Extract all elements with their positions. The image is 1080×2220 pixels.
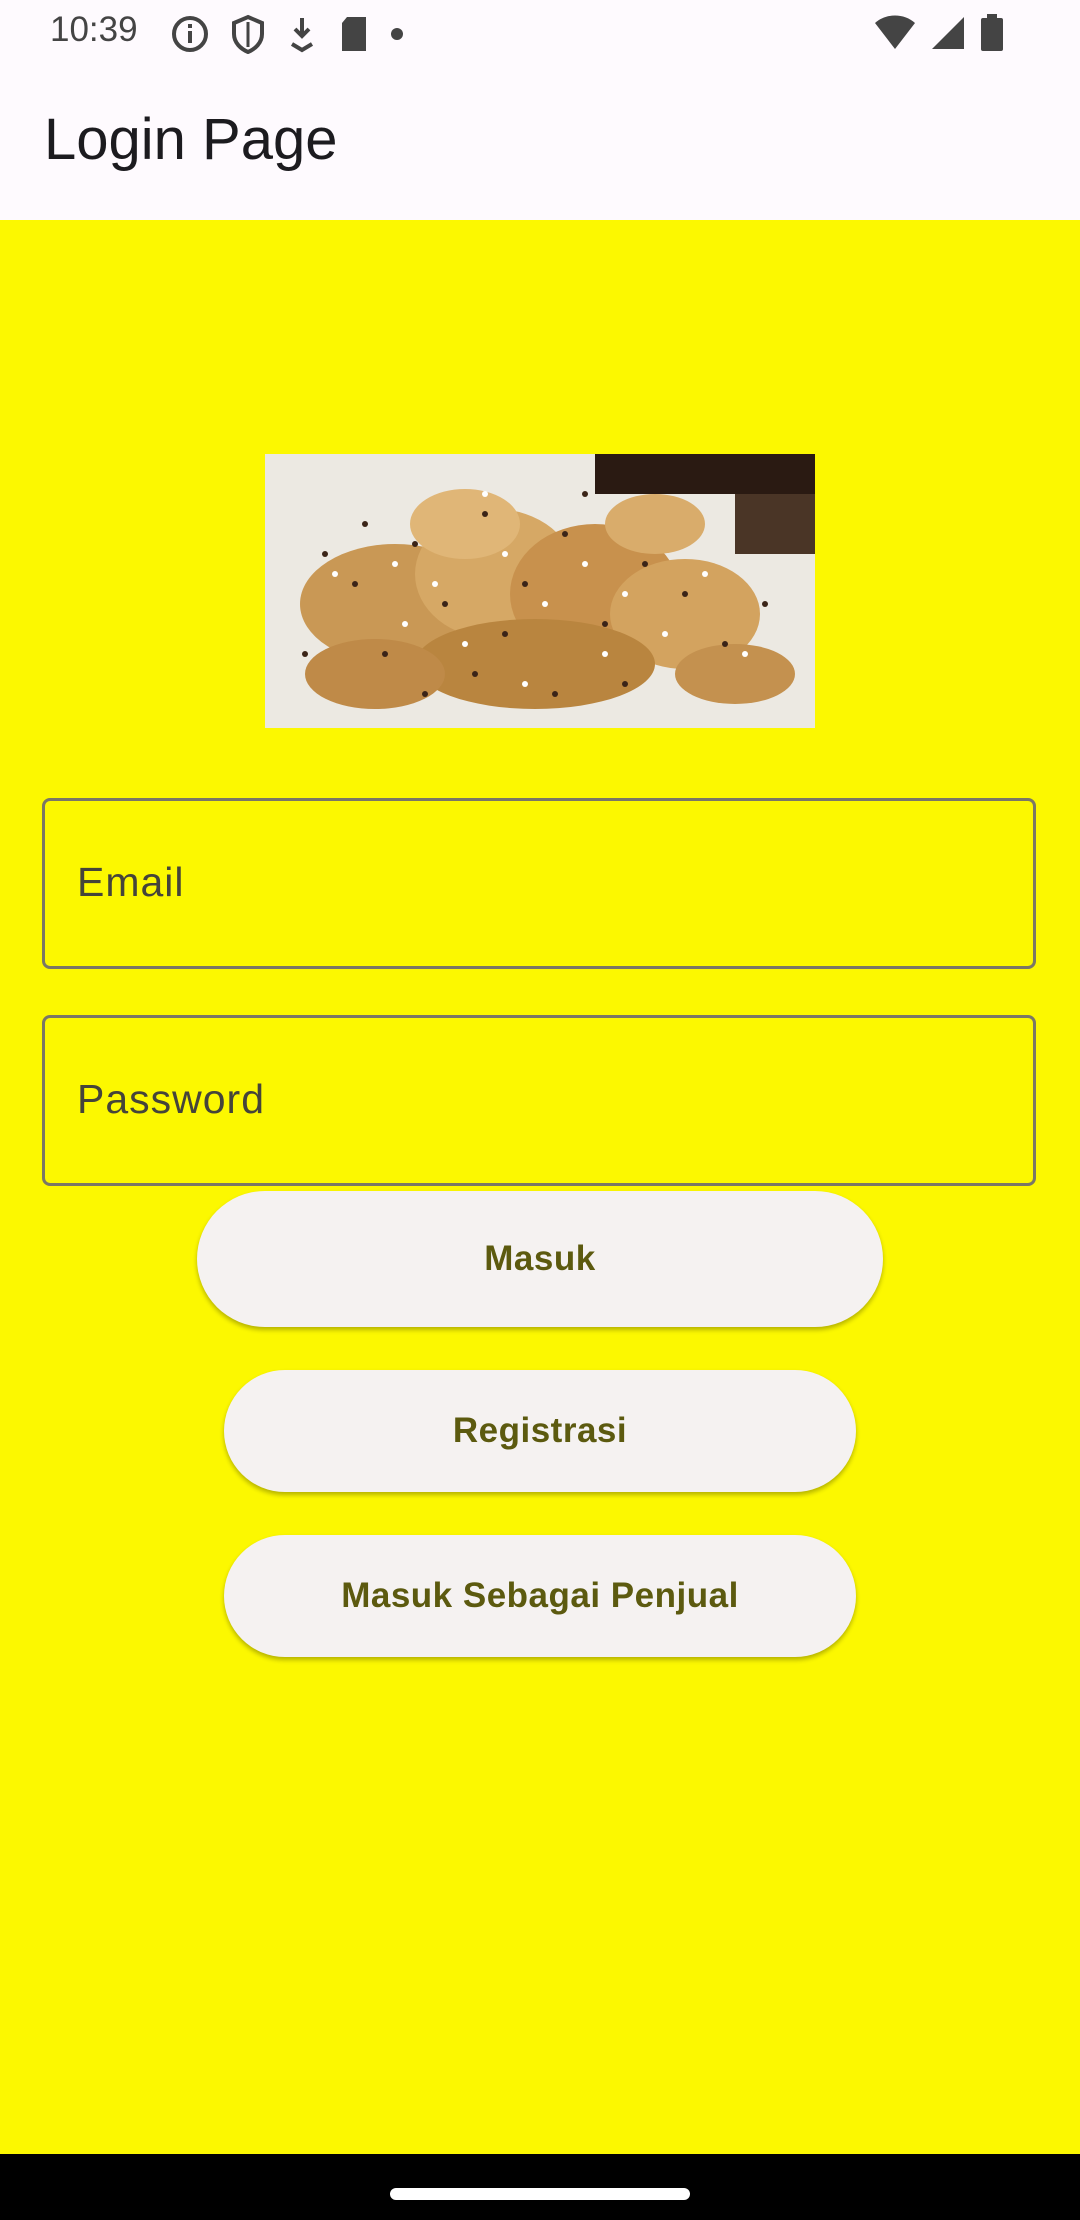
login-content: Email Password Masuk Registrasi Masuk Se… xyxy=(0,220,1080,2154)
app-bar: Login Page xyxy=(0,66,1080,220)
navigation-bar xyxy=(0,2154,1080,2220)
status-bar: 10:39 xyxy=(0,0,1080,66)
status-time: 10:39 xyxy=(50,10,138,49)
seller-login-button[interactable]: Masuk Sebagai Penjual xyxy=(224,1535,856,1657)
email-placeholder: Email xyxy=(77,859,185,905)
email-field[interactable]: Email xyxy=(42,798,1036,969)
sd-card-icon xyxy=(338,15,370,53)
page-title: Login Page xyxy=(44,107,338,172)
status-icons-left xyxy=(170,14,404,54)
home-gesture-handle[interactable] xyxy=(390,2188,690,2200)
login-button[interactable]: Masuk xyxy=(197,1191,883,1327)
status-icons-right xyxy=(874,14,1004,52)
password-field[interactable]: Password xyxy=(42,1015,1036,1186)
wifi-icon xyxy=(874,15,916,51)
password-placeholder: Password xyxy=(77,1076,266,1122)
info-icon xyxy=(170,14,210,54)
fried-banana-image xyxy=(265,454,815,728)
shield-icon xyxy=(230,14,266,54)
register-button[interactable]: Registrasi xyxy=(224,1370,856,1492)
battery-icon xyxy=(980,14,1004,52)
signal-icon xyxy=(930,15,966,51)
download-icon xyxy=(286,14,318,54)
dot-icon xyxy=(390,27,404,41)
